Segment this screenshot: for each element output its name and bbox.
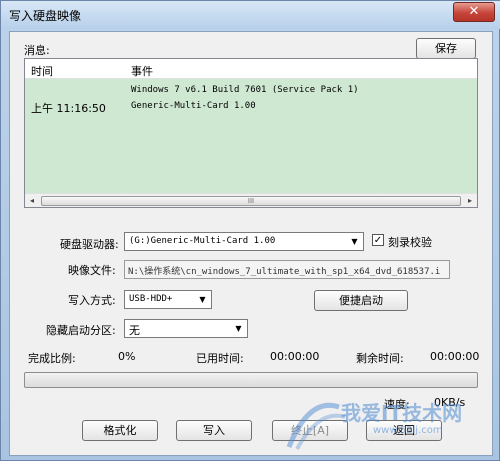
watermark-url: www.52ij.com <box>373 425 443 436</box>
write-method-value: USB-HDD+ <box>129 294 173 304</box>
hidden-partition-select[interactable]: 无 ▼ <box>124 319 248 338</box>
watermark-text: 我爱IT技术网 <box>341 401 463 425</box>
drive-select-value: (G:)Generic-Multi-Card 1.00 <box>129 236 276 246</box>
elapsed-value: 00:00:00 <box>270 350 320 363</box>
horizontal-scrollbar[interactable]: ◂ III ▸ <box>25 193 477 207</box>
drive-select[interactable]: (G:)Generic-Multi-Card 1.00 ▼ <box>124 232 364 251</box>
completed-value: 0% <box>118 350 136 363</box>
elapsed-label: 已用时间: <box>196 352 244 365</box>
progress-bar <box>24 372 478 388</box>
row-event: Generic-Multi-Card 1.00 <box>131 101 256 111</box>
column-event[interactable]: 事件 <box>131 63 153 79</box>
checkmark-icon: ✓ <box>373 235 383 246</box>
watermark-logo: 我爱IT技术网 www.52ij.com <box>279 387 495 457</box>
remaining-label: 剩余时间: <box>356 352 404 365</box>
close-button[interactable]: ✕ <box>453 2 495 22</box>
write-button[interactable]: 写入 <box>176 420 252 441</box>
chevron-down-icon: ▼ <box>351 237 358 246</box>
write-method-select[interactable]: USB-HDD+ ▼ <box>124 290 212 309</box>
watermark-logo-icon <box>286 403 346 450</box>
message-log: 时间 事件 Windows 7 v6.1 Build 7601 (Service… <box>24 58 478 208</box>
verify-label: 刻录校验 <box>388 236 432 249</box>
row-time: 上午 11:16:50 <box>31 102 106 115</box>
hidden-partition-value: 无 <box>129 324 140 337</box>
remaining-value: 00:00:00 <box>430 350 480 363</box>
image-file-path: N:\操作系统\cn_windows_7_ultimate_with_sp1_x… <box>128 267 441 277</box>
scroll-thumb[interactable]: III <box>41 196 461 206</box>
messages-label: 消息: <box>24 44 50 57</box>
completed-label: 完成比例: <box>28 352 76 365</box>
close-icon: ✕ <box>468 4 480 19</box>
verify-checkbox[interactable]: ✓ <box>372 234 384 246</box>
image-file-label: 映像文件: <box>68 264 116 277</box>
column-time[interactable]: 时间 <box>31 63 53 79</box>
scroll-right-icon[interactable]: ▸ <box>463 194 477 208</box>
window-title: 写入硬盘映像 <box>9 9 82 23</box>
hidden-partition-label: 隐藏启动分区: <box>46 324 116 337</box>
image-file-field[interactable]: N:\操作系统\cn_windows_7_ultimate_with_sp1_x… <box>124 260 450 279</box>
write-disk-image-window: 写入硬盘映像 ✕ 消息: 保存 时间 事件 Windows 7 v6.1 Bui… <box>0 0 500 461</box>
title-bar: 写入硬盘映像 ✕ <box>1 1 500 29</box>
chevron-down-icon: ▼ <box>199 295 206 304</box>
log-rows: Windows 7 v6.1 Build 7601 (Service Pack … <box>25 79 477 194</box>
format-button[interactable]: 格式化 <box>82 420 158 441</box>
scroll-left-icon[interactable]: ◂ <box>25 194 39 208</box>
write-method-label: 写入方式: <box>68 294 116 307</box>
row-event: Windows 7 v6.1 Build 7601 (Service Pack … <box>131 85 359 95</box>
save-button[interactable]: 保存 <box>416 38 476 59</box>
log-header: 时间 事件 <box>25 59 477 79</box>
chevron-down-icon: ▼ <box>235 324 242 333</box>
quick-boot-button[interactable]: 便捷启动 <box>314 290 408 311</box>
drive-label: 硬盘驱动器: <box>60 238 119 251</box>
